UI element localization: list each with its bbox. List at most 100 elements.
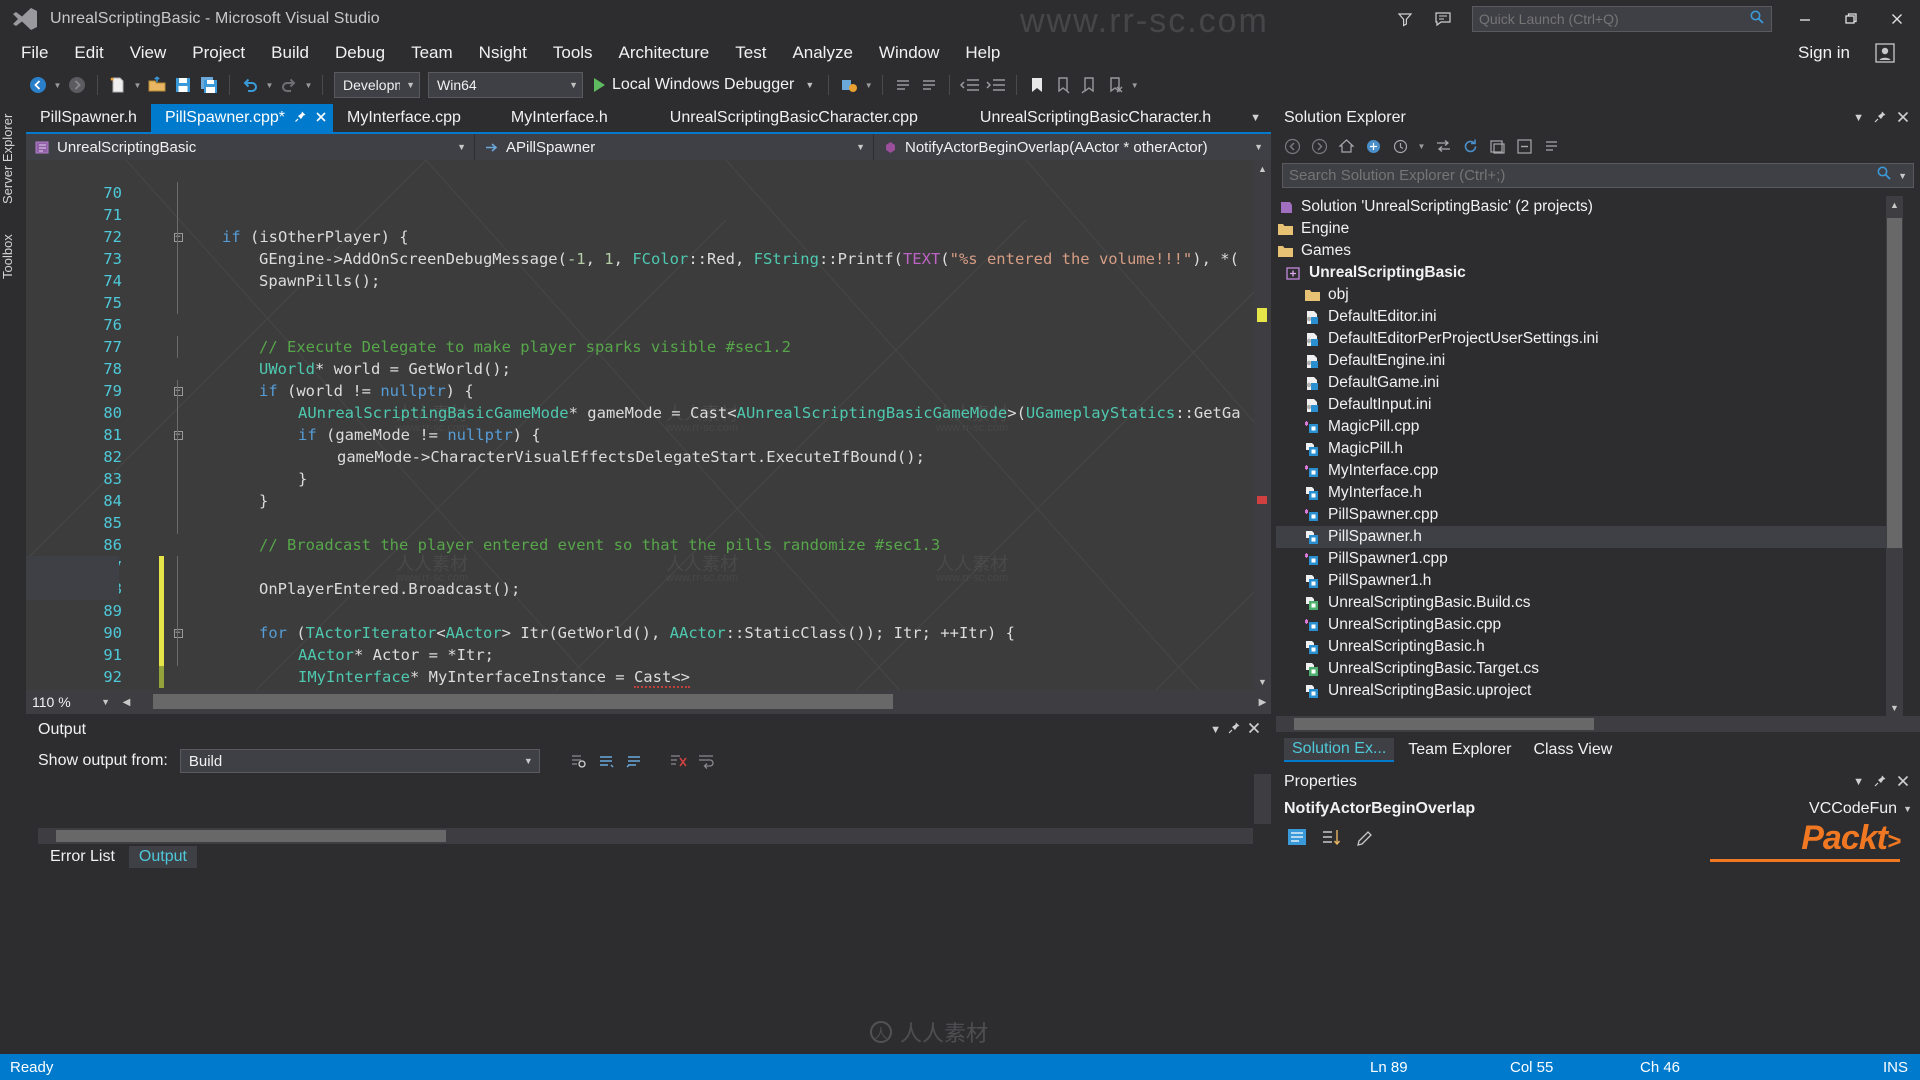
code-line[interactable]: 90 }: [26, 600, 178, 666]
go-to-previous-icon[interactable]: [594, 748, 618, 774]
chevron-down-icon[interactable]: ▼: [1244, 104, 1267, 132]
output-horizontal-scrollbar[interactable]: [38, 828, 1253, 844]
tab-unrealscriptingbasiccharacter-cpp[interactable]: UnrealScriptingBasicCharacter.cpp: [622, 104, 932, 132]
tree-node-pillspawner-cpp[interactable]: PillSpawner.cpp: [1276, 504, 1903, 526]
zoom-level-control[interactable]: 110 % ▼: [26, 690, 118, 714]
properties-icon[interactable]: [1352, 825, 1378, 849]
uncomment-selection-icon[interactable]: [917, 72, 941, 98]
navbar-project-dropdown[interactable]: UnrealScriptingBasic ▼: [26, 134, 474, 160]
menu-project[interactable]: Project: [179, 41, 258, 65]
code-line[interactable]: 85 OnPlayerEntered.Broadcast();: [26, 490, 520, 598]
fold-toggle[interactable]: −: [172, 424, 184, 446]
tree-node-unrealscriptingbasic-h[interactable]: UnrealScriptingBasic.h: [1276, 636, 1903, 658]
search-icon[interactable]: [1876, 165, 1892, 186]
solution-explorer-horizontal-scrollbar[interactable]: [1276, 716, 1920, 732]
tree-node-defaultinput-ini[interactable]: DefaultInput.ini: [1276, 394, 1903, 416]
scroll-up-icon[interactable]: ▲: [1254, 160, 1271, 177]
tree-node-unrealscriptingbasic-cpp[interactable]: UnrealScriptingBasic.cpp: [1276, 614, 1903, 636]
code-line[interactable]: 92 }: [26, 644, 178, 686]
toggle-word-wrap-icon[interactable]: [694, 748, 718, 774]
code-line[interactable]: 81 }: [26, 402, 307, 488]
solution-configuration-combo[interactable]: Development ▼: [334, 72, 420, 98]
chevron-down-icon[interactable]: ▼: [406, 80, 415, 90]
code-line[interactable]: 83: [26, 446, 178, 488]
tab-class-view[interactable]: Class View: [1525, 739, 1620, 761]
tree-node-unrealscriptingbasic-uproject[interactable]: UnrealScriptingBasic.uproject: [1276, 680, 1903, 702]
navigate-forward-icon[interactable]: [65, 72, 89, 98]
output-vertical-scrollbar[interactable]: [1254, 774, 1271, 824]
menu-debug[interactable]: Debug: [322, 41, 398, 65]
code-editor[interactable]: 人人素材 www.rr-sc.com 人人素材 www.rr-sc.com 人人…: [26, 160, 1271, 690]
tab-solution-explorer[interactable]: Solution Ex...: [1284, 738, 1395, 762]
pin-icon[interactable]: [294, 110, 307, 126]
tree-node-games[interactable]: Games: [1276, 240, 1903, 262]
code-line[interactable]: 86: [26, 512, 178, 600]
menu-file[interactable]: File: [8, 41, 61, 65]
new-project-dropdown-icon[interactable]: ▼: [132, 72, 143, 98]
attach-dropdown-icon[interactable]: ▼: [863, 72, 874, 98]
chevron-down-icon[interactable]: ▼: [1898, 171, 1907, 181]
undo-icon[interactable]: [238, 72, 262, 98]
code-line[interactable]: 72 SpawnPills();: [26, 204, 380, 290]
code-line[interactable]: 88 AActor* Actor = *Itr;: [26, 556, 494, 664]
scrollbar-thumb[interactable]: [56, 830, 446, 842]
chevron-down-icon[interactable]: ▼: [1210, 724, 1221, 736]
tab-output[interactable]: Output: [128, 846, 197, 868]
open-file-icon[interactable]: [145, 72, 169, 98]
scroll-up-icon[interactable]: ▲: [1886, 196, 1903, 213]
menu-help[interactable]: Help: [952, 41, 1013, 65]
menu-view[interactable]: View: [117, 41, 180, 65]
save-icon[interactable]: [171, 72, 195, 98]
feedback-icon[interactable]: [1424, 4, 1462, 34]
scroll-right-icon[interactable]: ▶: [1254, 697, 1271, 708]
save-all-icon[interactable]: [197, 72, 221, 98]
tree-node-myinterface-cpp[interactable]: MyInterface.cpp: [1276, 460, 1903, 482]
tree-node-defaultengine-ini[interactable]: DefaultEngine.ini: [1276, 350, 1903, 372]
menu-tools[interactable]: Tools: [540, 41, 606, 65]
show-all-files-icon[interactable]: [1487, 136, 1507, 156]
previous-bookmark-icon[interactable]: [1051, 72, 1075, 98]
account-icon[interactable]: [1872, 40, 1898, 66]
solution-explorer-vertical-scrollbar[interactable]: ▲ ▼: [1886, 196, 1903, 716]
go-to-next-icon[interactable]: [622, 748, 646, 774]
code-line[interactable]: 91: [26, 622, 178, 688]
chevron-down-icon[interactable]: ▼: [1903, 804, 1912, 814]
tree-node-project-unrealscriptingbasic[interactable]: UnrealScriptingBasic: [1276, 262, 1903, 284]
redo-icon[interactable]: [277, 72, 301, 98]
tab-pillspawner-cpp[interactable]: PillSpawner.cpp*: [150, 104, 334, 132]
sync-with-active-document-icon[interactable]: [1363, 136, 1383, 156]
switch-views-icon[interactable]: [1433, 136, 1453, 156]
tree-node-engine[interactable]: Engine: [1276, 218, 1903, 240]
minimize-button[interactable]: [1782, 0, 1828, 38]
back-icon[interactable]: [1282, 136, 1302, 156]
code-line[interactable]: 71 GEngine->AddOnScreenDebugMessage(-1, …: [26, 182, 1239, 268]
categorized-icon[interactable]: [1284, 825, 1310, 849]
refresh-icon[interactable]: [1460, 136, 1480, 156]
code-line[interactable]: 89 IMyInterface* MyInterfaceInstance = C…: [26, 578, 690, 688]
tree-node-unrealscriptingbasic-build-cs[interactable]: UnrealScriptingBasic.Build.cs: [1276, 592, 1903, 614]
output-source-combo[interactable]: Build ▼: [179, 749, 540, 773]
menu-build[interactable]: Build: [258, 41, 322, 65]
next-bookmark-icon[interactable]: [1077, 72, 1101, 98]
pin-icon[interactable]: [1873, 110, 1887, 127]
tree-node-magicpill-h[interactable]: MagicPill.h: [1276, 438, 1903, 460]
pending-changes-filter-icon[interactable]: [1390, 136, 1410, 156]
quick-launch-box[interactable]: [1472, 6, 1772, 32]
scroll-left-icon[interactable]: ◀: [118, 697, 135, 708]
fold-toggle[interactable]: −: [172, 380, 184, 402]
increase-indent-icon[interactable]: [984, 72, 1008, 98]
close-icon[interactable]: [315, 110, 327, 127]
solution-explorer-tree[interactable]: Solution 'UnrealScriptingBasic' (2 proje…: [1276, 196, 1903, 716]
navbar-member-dropdown[interactable]: NotifyActorBeginOverlap(AActor * otherAc…: [874, 134, 1271, 160]
close-icon[interactable]: [1247, 721, 1261, 740]
toolbar-overflow-icon[interactable]: ▼: [1129, 72, 1140, 98]
properties-icon[interactable]: [1541, 136, 1561, 156]
chevron-down-icon[interactable]: ▼: [1254, 142, 1263, 152]
close-button[interactable]: [1874, 0, 1920, 38]
scroll-down-icon[interactable]: ▼: [1254, 673, 1271, 690]
sign-in-link[interactable]: Sign in: [1798, 43, 1850, 63]
tree-node-defaulteditor-ini[interactable]: DefaultEditor.ini: [1276, 306, 1903, 328]
tree-node-solution[interactable]: Solution 'UnrealScriptingBasic' (2 proje…: [1276, 196, 1903, 218]
decrease-indent-icon[interactable]: [958, 72, 982, 98]
chevron-down-icon[interactable]: ▼: [1853, 112, 1864, 124]
